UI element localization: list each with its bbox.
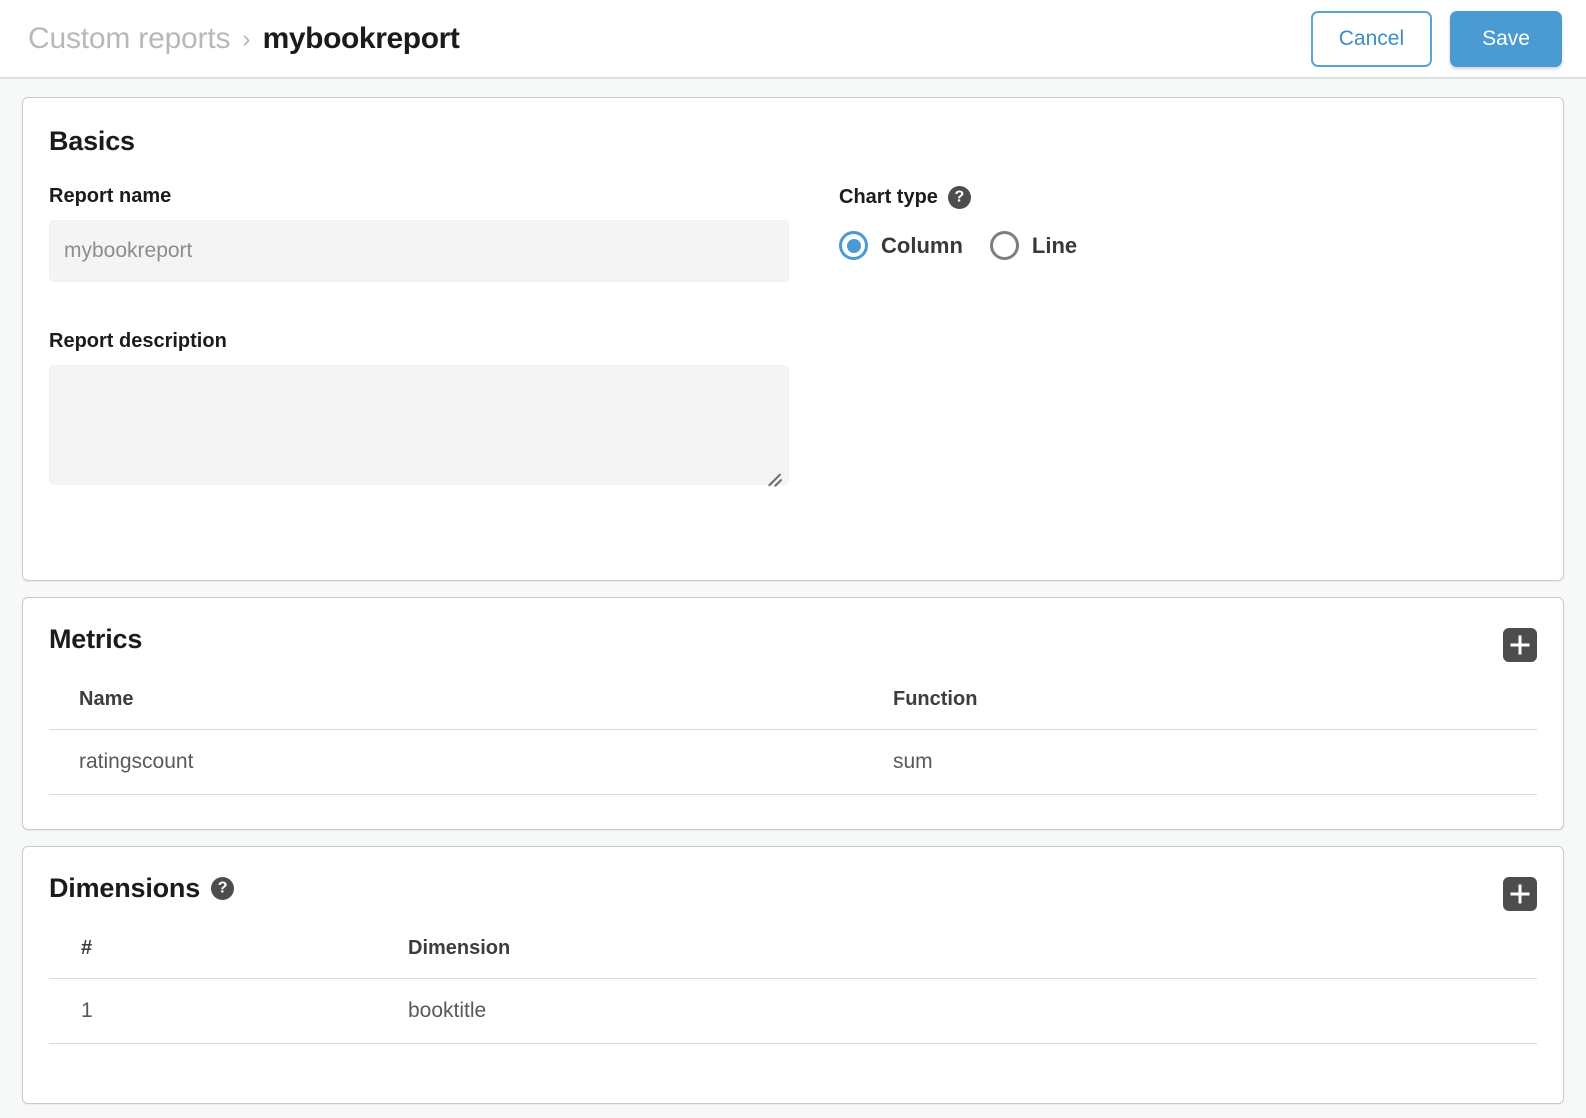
breadcrumb: Custom reports › mybookreport (28, 22, 1311, 56)
custom-report-editor-page: Custom reports › mybookreport Cancel Sav… (0, 0, 1586, 1118)
save-button[interactable]: Save (1450, 11, 1562, 67)
report-description-wrapper (49, 365, 789, 490)
dimensions-card-footer (23, 1044, 1563, 1103)
breadcrumb-chevron-right-icon: › (242, 25, 250, 54)
metrics-column-header-name: Name (49, 680, 889, 730)
breadcrumb-parent-link[interactable]: Custom reports (28, 22, 230, 56)
metric-name-cell: ratingscount (49, 730, 889, 795)
metrics-table: Name Function ratingscount sum (49, 680, 1537, 795)
chart-type-option-line-label: Line (1032, 233, 1077, 259)
content-area: Basics Report name Report description (0, 79, 1586, 1118)
dimensions-column-header-dimension: Dimension (404, 929, 1537, 979)
top-bar-actions: Cancel Save (1311, 11, 1562, 67)
metrics-table-wrapper: Name Function ratingscount sum (23, 662, 1563, 795)
add-metric-button[interactable] (1503, 628, 1537, 662)
chart-type-option-column[interactable]: Column (839, 231, 963, 260)
dimension-index-cell: 1 (49, 979, 404, 1044)
dimensions-table-header-row: # Dimension (49, 929, 1537, 979)
basics-section-title: Basics (49, 126, 1537, 157)
report-description-label: Report description (49, 330, 789, 353)
metrics-section-head: Metrics (23, 598, 1563, 662)
add-dimension-button[interactable] (1503, 877, 1537, 911)
basics-left-column: Report name Report description (49, 185, 789, 490)
report-name-label: Report name (49, 185, 789, 208)
dimensions-table-wrapper: # Dimension 1 booktitle (23, 911, 1563, 1044)
top-bar: Custom reports › mybookreport Cancel Sav… (0, 0, 1586, 79)
dimensions-section-title-row: Dimensions ? (49, 873, 234, 904)
report-description-textarea[interactable] (49, 365, 789, 485)
help-icon[interactable]: ? (211, 877, 234, 900)
metric-function-cell: sum (889, 730, 1537, 795)
chart-type-group: Chart type ? Column Line (839, 185, 1537, 490)
help-icon-glyph: ? (955, 189, 965, 205)
dimensions-card: Dimensions ? # Dimension (22, 846, 1564, 1104)
dimensions-table: # Dimension 1 booktitle (49, 929, 1537, 1044)
metrics-section-title: Metrics (49, 624, 142, 655)
metrics-table-header-row: Name Function (49, 680, 1537, 730)
table-row[interactable]: ratingscount sum (49, 730, 1537, 795)
table-row[interactable]: 1 booktitle (49, 979, 1537, 1044)
dimensions-column-header-index: # (49, 929, 404, 979)
report-name-field-group: Report name (49, 185, 789, 282)
dimensions-section-title: Dimensions (49, 873, 200, 904)
help-icon[interactable]: ? (948, 186, 971, 209)
chart-type-label: Chart type (839, 186, 938, 209)
radio-mark-line[interactable] (990, 231, 1019, 260)
page-title: mybookreport (263, 22, 460, 56)
metrics-card-footer (23, 795, 1563, 829)
help-icon-glyph: ? (218, 880, 228, 896)
chart-type-radio-group: Column Line (839, 231, 1537, 260)
report-name-input[interactable] (49, 220, 789, 282)
metrics-column-header-function: Function (889, 680, 1537, 730)
metrics-card: Metrics Name Function ratingscount sum (22, 597, 1564, 830)
cancel-button[interactable]: Cancel (1311, 11, 1432, 67)
radio-mark-column[interactable] (839, 231, 868, 260)
chart-type-label-row: Chart type ? (839, 186, 1537, 209)
basics-grid: Report name Report description (49, 185, 1537, 490)
chart-type-option-line[interactable]: Line (990, 231, 1077, 260)
dimensions-section-head: Dimensions ? (23, 847, 1563, 911)
basics-card: Basics Report name Report description (22, 97, 1564, 581)
chart-type-option-column-label: Column (881, 233, 963, 259)
dimension-name-cell: booktitle (404, 979, 1537, 1044)
report-description-field-group: Report description (49, 330, 789, 490)
